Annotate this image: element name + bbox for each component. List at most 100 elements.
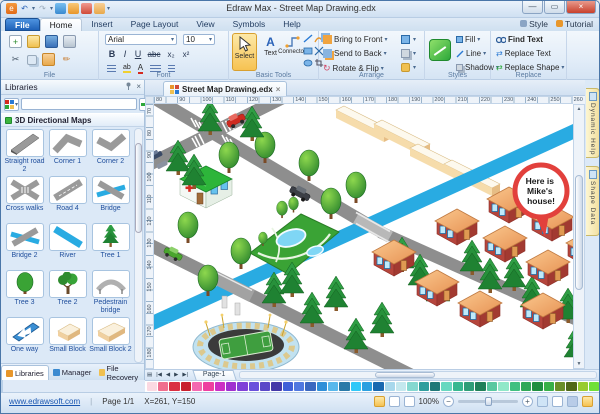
small-block-2-icon[interactable] [92, 317, 130, 345]
palette-swatch[interactable] [510, 382, 520, 391]
palette-swatch[interactable] [521, 382, 531, 391]
bridge-2-icon[interactable] [6, 223, 44, 251]
menu-tab-view[interactable]: View [187, 18, 223, 31]
pin-icon[interactable] [125, 82, 132, 90]
road-straight-icon[interactable] [6, 129, 44, 157]
first-page-button[interactable]: |◀ [154, 372, 164, 378]
stadium[interactable] [193, 314, 299, 369]
palette-swatch[interactable] [385, 382, 395, 391]
horizontal-ruler[interactable]: 8090100110120130140150160170180190200210… [154, 96, 573, 104]
palette-swatch[interactable] [237, 382, 247, 391]
cut-icon[interactable]: ✂ [9, 53, 22, 66]
library-item-river[interactable]: River [46, 222, 89, 269]
page-view-icon[interactable] [389, 396, 400, 407]
open-file-icon[interactable] [27, 35, 40, 48]
horizontal-scrollbar[interactable] [239, 371, 597, 379]
quick-style-icon[interactable] [429, 39, 451, 61]
palette-swatch[interactable] [351, 382, 361, 391]
bring-to-front-button[interactable]: Bring to Front▾ [323, 35, 387, 44]
page-list-icon[interactable]: ▤ [145, 372, 154, 378]
save-icon[interactable] [45, 35, 58, 48]
lock-icon[interactable] [401, 63, 410, 72]
library-item-small-block[interactable]: Small Block [46, 316, 89, 363]
library-item-corner-1[interactable]: Corner 1 [46, 128, 89, 175]
palette-swatch[interactable] [317, 382, 327, 391]
palette-swatch[interactable] [555, 382, 565, 391]
new-document-icon[interactable]: + [9, 35, 22, 48]
paste-icon[interactable] [42, 53, 55, 66]
fit-page-icon[interactable] [537, 396, 548, 407]
palette-swatch[interactable] [169, 382, 179, 391]
subscript-button[interactable]: x₂ [165, 50, 177, 59]
small-block-icon[interactable] [49, 317, 87, 345]
menu-tab-page-layout[interactable]: Page Layout [122, 18, 188, 31]
river-icon[interactable] [49, 223, 87, 251]
palette-swatch[interactable] [362, 382, 372, 391]
menu-tab-symbols[interactable]: Symbols [224, 18, 275, 31]
connector-tool-button[interactable]: Connector [281, 33, 303, 71]
font-size-select[interactable]: 10▾ [183, 34, 215, 45]
maximize-button[interactable]: ▭ [544, 1, 565, 14]
menu-tab-help[interactable]: Help [274, 18, 309, 31]
road-4-icon[interactable] [49, 176, 87, 204]
pan-icon[interactable] [567, 396, 578, 407]
superscript-button[interactable]: x² [180, 50, 192, 59]
library-item-road-4[interactable]: Road 4 [46, 175, 89, 222]
minimize-button[interactable]: — [522, 1, 543, 14]
library-item-straight-road-2[interactable]: Straight road 2 [3, 128, 46, 175]
drawing-page[interactable]: Here is Mike's house! [154, 104, 573, 369]
next-page-button[interactable]: ▶ [172, 372, 180, 378]
side-tab-dynamic-help[interactable]: Dynamic Help [586, 88, 600, 158]
close-button[interactable]: × [566, 1, 596, 14]
menu-tab-file[interactable]: File [5, 18, 40, 31]
palette-swatch[interactable] [407, 382, 417, 391]
whole-page-icon[interactable] [582, 396, 593, 407]
library-item-corner-2[interactable]: Corner 2 [89, 128, 132, 175]
round-tree-icon[interactable] [6, 270, 44, 298]
library-item-one-way[interactable]: One way [3, 316, 46, 363]
one-way-sign-icon[interactable] [6, 317, 44, 345]
document-close-icon[interactable]: × [276, 85, 281, 94]
library-item-tree-1[interactable]: Tree 1 [89, 222, 132, 269]
palette-swatch[interactable] [226, 382, 236, 391]
deciduous-tree-icon[interactable] [49, 270, 87, 298]
pedestrian-bridge-icon[interactable] [92, 270, 130, 298]
send-to-back-button[interactable]: Send to Back▾ [323, 49, 387, 58]
library-item-pedestrain-bridge[interactable]: Pedestrain bridge [89, 269, 132, 316]
page-tab[interactable]: Page-1 [192, 370, 236, 380]
panel-close-icon[interactable]: × [136, 82, 141, 91]
street-map-drawing[interactable]: Here is Mike's house! [154, 104, 573, 369]
find-text-button[interactable]: Find Text [496, 35, 543, 44]
palette-swatch[interactable] [487, 382, 497, 391]
italic-button[interactable]: I [120, 49, 130, 59]
library-scrollbar-thumb[interactable] [135, 143, 142, 233]
zoom-region-icon[interactable] [552, 396, 563, 407]
edrawsoft-link[interactable]: www.edrawsoft.com [9, 397, 80, 406]
palette-swatch[interactable] [215, 382, 225, 391]
zoom-slider-thumb[interactable] [485, 397, 492, 406]
palette-swatch[interactable] [305, 382, 315, 391]
menu-tab-insert[interactable]: Insert [82, 18, 121, 31]
palette-swatch[interactable] [544, 382, 554, 391]
library-item-bridge[interactable]: Bridge [89, 175, 132, 222]
side-tab-shape-data[interactable]: Shape Data [586, 166, 600, 236]
palette-swatch[interactable] [339, 382, 349, 391]
align-icon[interactable] [401, 35, 410, 44]
palette-swatch[interactable] [294, 382, 304, 391]
vertical-ruler[interactable]: 708090100110120130140150160170180 [145, 104, 154, 369]
line-tool-icon[interactable] [303, 34, 313, 44]
rectangle-tool-icon[interactable] [303, 46, 313, 56]
underline-button[interactable]: U [133, 49, 143, 59]
horizontal-scrollbar-thumb[interactable] [375, 372, 435, 378]
zoom-out-button[interactable]: − [443, 396, 454, 407]
fill-button[interactable]: Fill▾ [456, 35, 480, 44]
select-tool-button[interactable]: Select [232, 33, 257, 71]
library-scrollbar[interactable] [134, 128, 143, 363]
palette-swatch[interactable] [532, 382, 542, 391]
palette-swatch[interactable] [271, 382, 281, 391]
library-item-small-block-2[interactable]: Small Block 2 [89, 316, 132, 363]
library-section-header[interactable]: 3D Directional Maps [1, 113, 144, 127]
cross-walks-icon[interactable] [6, 176, 44, 204]
palette-swatch[interactable] [498, 382, 508, 391]
road-corner-1-icon[interactable] [49, 129, 87, 157]
